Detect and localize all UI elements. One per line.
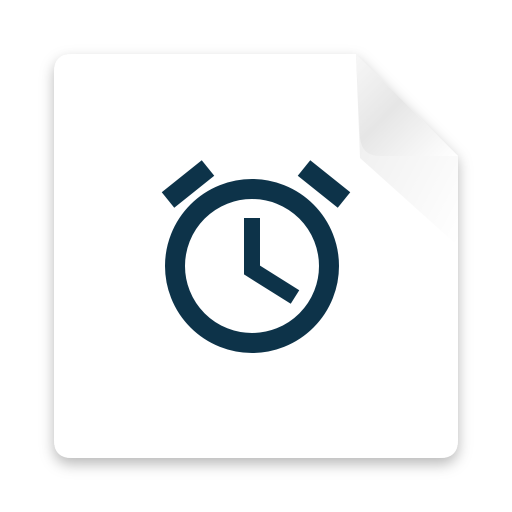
app-icon: [54, 54, 458, 458]
app-icon-canvas: [0, 0, 512, 512]
folded-corner: [356, 54, 458, 156]
